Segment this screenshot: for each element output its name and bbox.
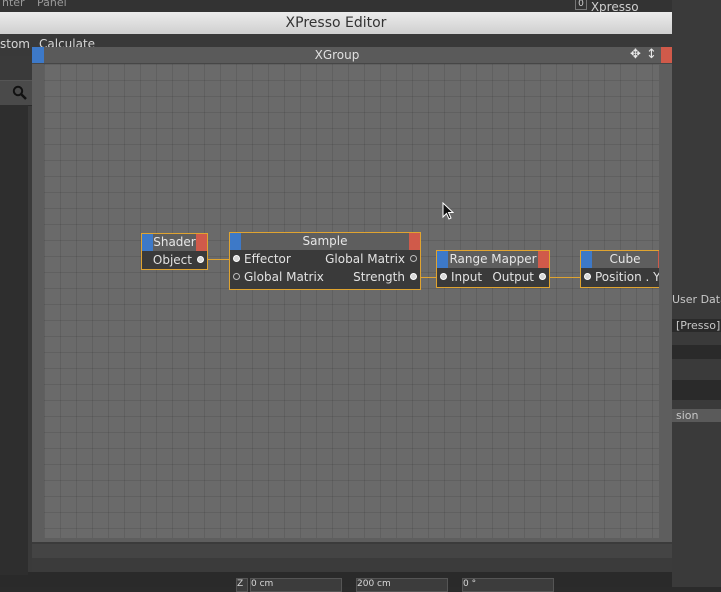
attribute-divider (672, 345, 721, 359)
cube-node-header[interactable]: Cube (581, 251, 659, 268)
attribute-divider (672, 380, 721, 400)
coord-value: 0 ° (463, 579, 477, 589)
cube-node[interactable]: Cube Position . Y (580, 250, 659, 288)
input-ports-tab[interactable] (581, 251, 592, 268)
horizontal-scrollbar[interactable] (32, 544, 672, 558)
search-icon[interactable] (12, 85, 28, 101)
xgroup-node: XGroup ✥ ↕ Shader Object Sample Effector… (32, 47, 672, 542)
coord-field[interactable]: 0 cm (250, 578, 342, 592)
input-port[interactable] (233, 255, 240, 262)
port-label: Output (492, 270, 534, 284)
range-mapper-node-header[interactable]: Range Mapper (437, 251, 549, 268)
port-row: Global Matrix Strength (230, 268, 420, 286)
output-ports-tab[interactable] (409, 233, 420, 250)
sample-node[interactable]: Sample Effector Global Matrix Global Mat… (229, 232, 421, 290)
output-port[interactable] (197, 256, 204, 263)
port-label: Strength (353, 270, 405, 284)
coord-value: 0 cm (251, 579, 274, 589)
port-label: Global Matrix (244, 270, 324, 284)
output-port[interactable] (410, 255, 417, 262)
input-ports-tab[interactable] (142, 234, 153, 251)
output-port[interactable] (410, 273, 417, 280)
menu-item-panel[interactable]: Panel (37, 0, 67, 9)
xgroup-header[interactable]: XGroup ✥ ↕ (32, 47, 672, 64)
wire-shader-sample (208, 259, 229, 260)
object-list[interactable] (0, 105, 28, 575)
expand-icon[interactable]: 0 (575, 0, 587, 10)
input-port[interactable] (440, 273, 447, 280)
node-canvas[interactable]: Shader Object Sample Effector Global Mat… (44, 64, 659, 538)
port-label: Global Matrix (325, 252, 405, 266)
wire-rangemapper-cube (549, 277, 580, 278)
window-title[interactable]: XPresso Editor (0, 12, 672, 34)
range-mapper-node[interactable]: Range Mapper Input Output (436, 250, 550, 288)
input-port[interactable] (584, 273, 591, 280)
coord-value: 200 cm (357, 579, 391, 589)
coord-z-label: Z (237, 579, 244, 589)
menu-custom[interactable]: stom (0, 37, 30, 51)
input-ports-tab[interactable] (437, 251, 448, 268)
output-port[interactable] (539, 273, 546, 280)
user-data-tab[interactable]: User Data (672, 293, 721, 306)
sample-node-title: Sample (302, 234, 348, 248)
shader-node-title: Shader (153, 235, 196, 249)
output-ports-tab[interactable] (538, 251, 549, 268)
port-label: Object (152, 253, 192, 267)
port-label: Position . Y (595, 270, 659, 284)
xgroup-output-tab[interactable] (661, 47, 672, 63)
sion-field[interactable]: sion (672, 409, 721, 422)
mouse-cursor-icon (442, 202, 454, 220)
shader-node-header[interactable]: Shader (142, 234, 207, 251)
input-port[interactable] (233, 273, 240, 280)
port-label: Effector (244, 252, 291, 266)
xpresso-object-tag[interactable]: 0 Xpresso (575, 0, 639, 14)
move-icon[interactable]: ✥ (630, 47, 641, 63)
port-row: Position . Y (581, 268, 659, 286)
wire-sample-rangemapper (420, 277, 436, 278)
input-ports-tab[interactable] (230, 233, 241, 250)
cube-node-title: Cube (609, 252, 641, 266)
search-bar[interactable] (0, 80, 32, 106)
coord-axis-label: Z (236, 578, 248, 592)
object-manager-panel (0, 56, 32, 575)
shader-node[interactable]: Shader Object (141, 233, 208, 270)
minimize-arrow-icon[interactable]: ↕ (646, 47, 657, 63)
port-label: Input (451, 270, 483, 284)
coord-field[interactable]: 200 cm (356, 578, 448, 592)
range-mapper-node-title: Range Mapper (449, 252, 537, 266)
port-row: Object (142, 251, 207, 269)
sample-node-header[interactable]: Sample (230, 233, 420, 250)
xgroup-title: XGroup (314, 48, 360, 62)
coord-field[interactable]: 0 ° (462, 578, 554, 592)
output-ports-tab[interactable] (196, 234, 207, 251)
port-row: Input Output (437, 268, 549, 286)
presso-field[interactable]: [Presso] (672, 319, 721, 332)
port-row: Effector Global Matrix (230, 250, 420, 268)
menu-item-partial-1[interactable]: nter (2, 0, 25, 9)
output-ports-tab[interactable] (658, 251, 659, 268)
